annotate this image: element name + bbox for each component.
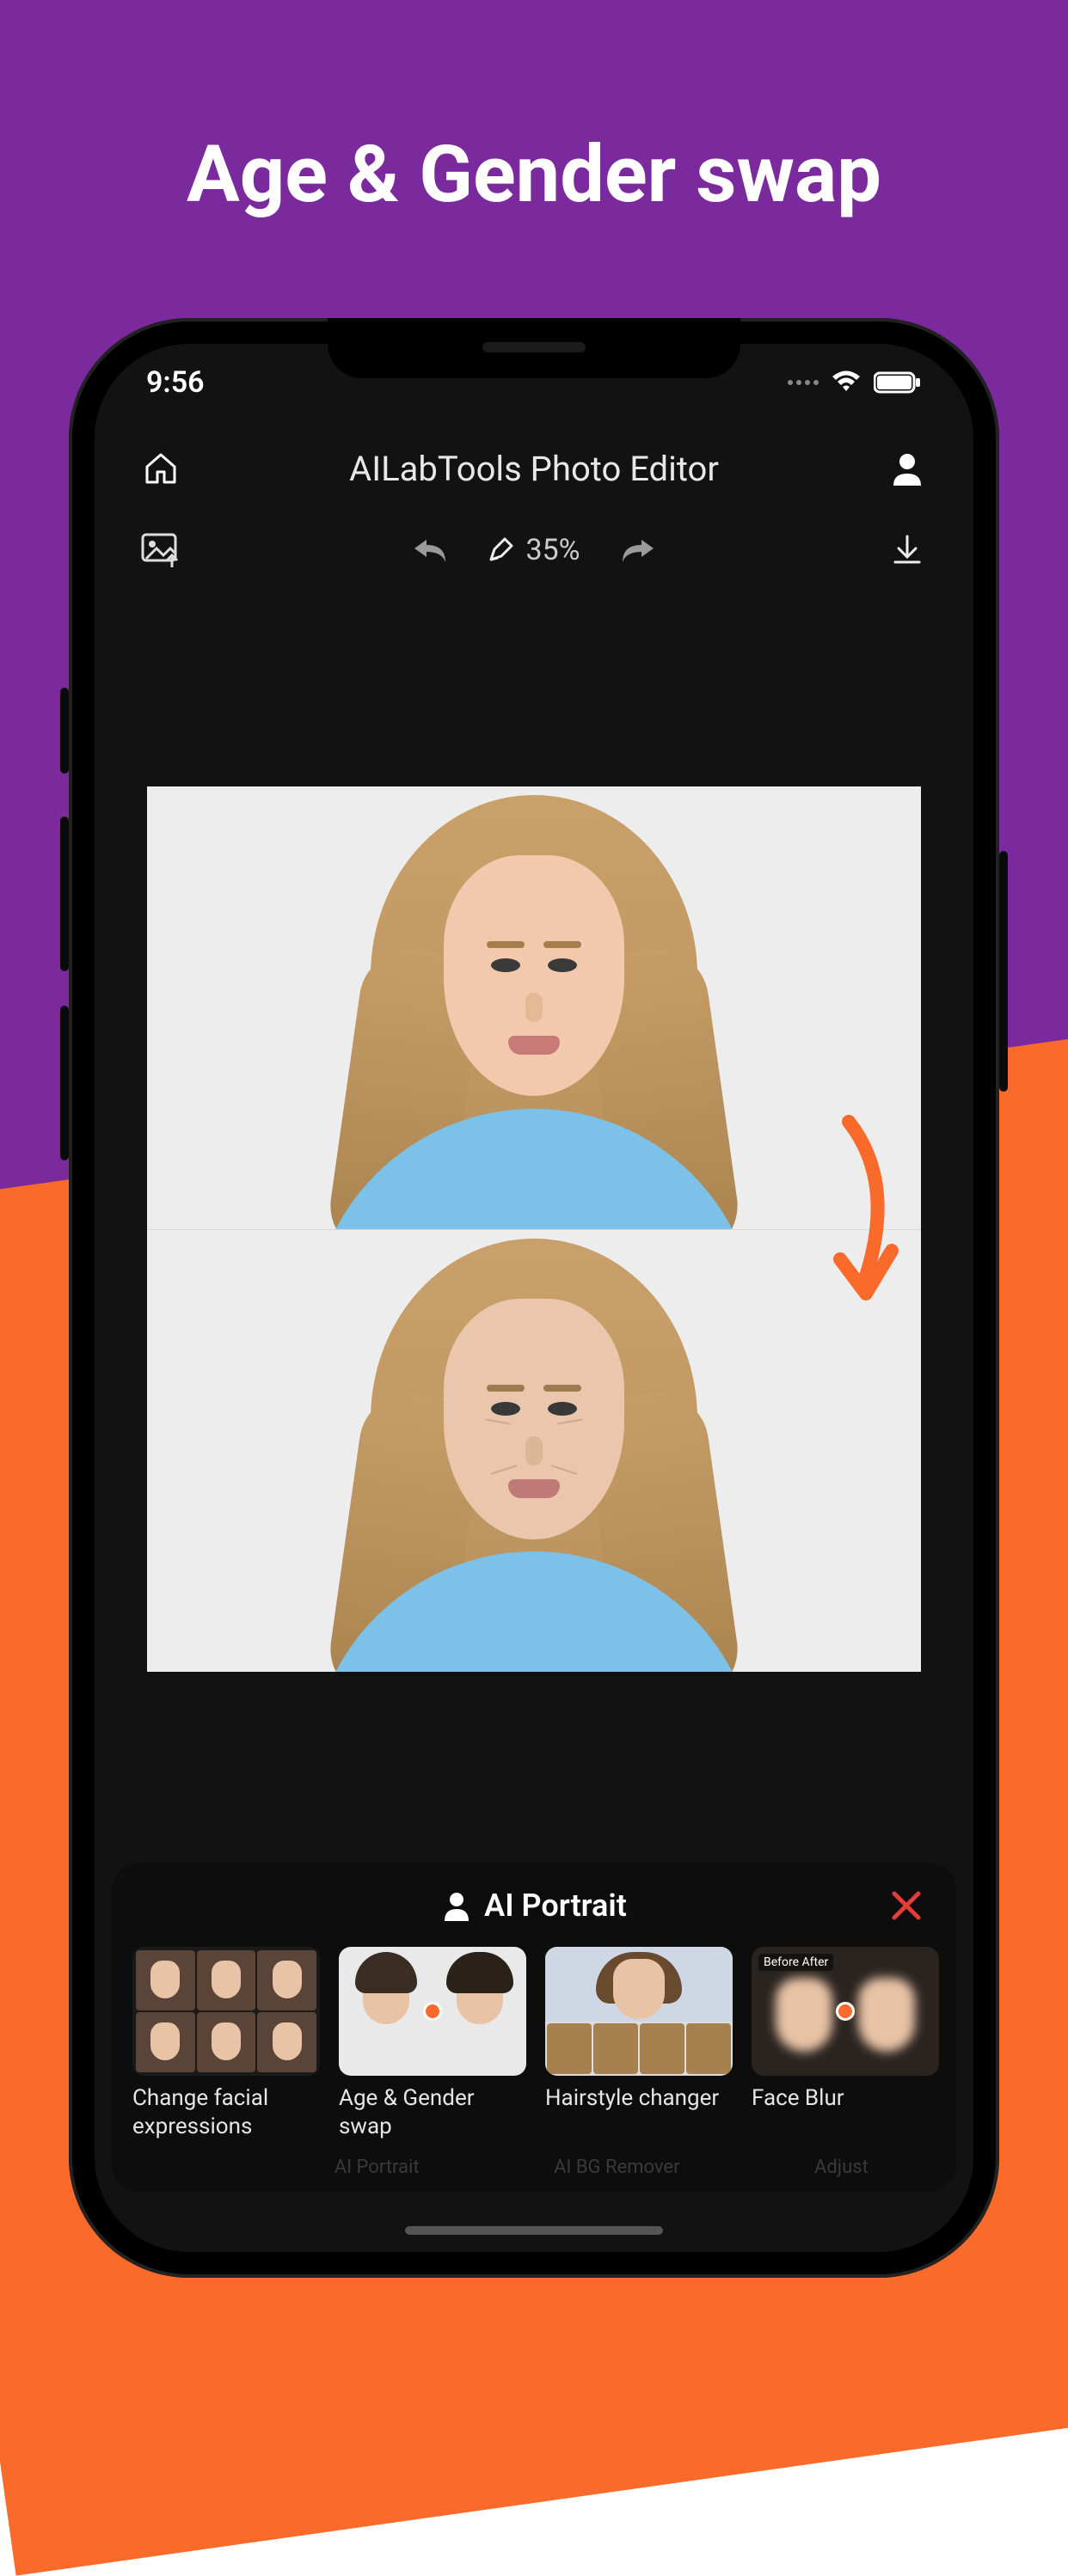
import-image-button[interactable] [138, 527, 184, 573]
person-icon [888, 450, 926, 487]
phone-side-button [60, 1006, 69, 1160]
option-label: Age & Gender swap [339, 2084, 526, 2140]
option-thumb [132, 1947, 320, 2076]
cellular-dots-icon [788, 380, 819, 385]
option-label: Hairstyle changer [545, 2084, 733, 2113]
editor-toolbar: 35% [95, 516, 973, 584]
download-icon [890, 533, 924, 567]
portrait-icon [441, 1890, 472, 1921]
option-hairstyle-changer[interactable]: Hairstyle changer [545, 1947, 733, 2140]
home-icon [142, 450, 180, 487]
bg-tab: Adjust [814, 2157, 869, 2178]
panel-title-text: AI Portrait [484, 1888, 627, 1924]
undo-button[interactable] [407, 527, 453, 573]
before-image [147, 786, 921, 1229]
zoom-indicator[interactable]: 35% [488, 533, 580, 567]
after-image [147, 1229, 921, 1672]
app-title: AILabTools Photo Editor [349, 449, 719, 489]
profile-button[interactable] [884, 445, 930, 492]
app-screen: 9:56 AILabTools Photo Editor [95, 344, 973, 2252]
pencil-icon [488, 537, 513, 563]
phone-side-button [60, 817, 69, 971]
phone-side-button [60, 688, 69, 774]
phone-frame: 9:56 AILabTools Photo Editor [69, 318, 999, 2278]
before-after-image [147, 786, 921, 1672]
phone-side-button [999, 851, 1008, 1092]
redo-icon [619, 535, 657, 566]
download-button[interactable] [884, 527, 930, 573]
status-time: 9:56 [146, 365, 205, 400]
option-label: Face Blur [752, 2084, 939, 2113]
image-upload-icon [141, 533, 181, 567]
bg-tab: AI BG Remover [554, 2157, 679, 2178]
panel-header: AI Portrait [132, 1880, 936, 1931]
option-label: Change facial expressions [132, 2084, 320, 2140]
option-thumb [545, 1947, 733, 2076]
home-button[interactable] [138, 445, 184, 492]
thumb-tag: Before After [758, 1954, 833, 1971]
redo-button[interactable] [615, 527, 661, 573]
close-panel-button[interactable] [886, 1885, 927, 1926]
option-thumb: Before After [752, 1947, 939, 2076]
option-face-blur[interactable]: Before After Face Blur [752, 1947, 939, 2140]
undo-icon [411, 535, 449, 566]
zoom-value: 35% [525, 533, 580, 567]
option-change-expressions[interactable]: Change facial expressions [132, 1947, 320, 2140]
battery-icon [874, 370, 922, 395]
close-icon [889, 1888, 924, 1923]
background-tab-row: AI Portrait AI BG Remover Adjust [132, 2157, 936, 2178]
options-row: Change facial expressions Age & Gender s… [132, 1947, 936, 2140]
status-indicators [788, 370, 922, 395]
option-age-gender-swap[interactable]: Age & Gender swap [339, 1947, 526, 2140]
bg-tab: AI Portrait [335, 2157, 420, 2178]
canvas-area[interactable] [95, 602, 973, 1857]
transform-arrow-icon [814, 1113, 900, 1311]
option-thumb [339, 1947, 526, 2076]
ai-portrait-panel: AI Portrait Change facial expressions [112, 1863, 956, 2192]
wifi-icon [831, 370, 862, 395]
promo-title: Age & Gender swap [0, 129, 1068, 221]
home-indicator[interactable] [405, 2226, 663, 2235]
app-header: AILabTools Photo Editor [95, 430, 973, 507]
phone-notch [328, 318, 740, 378]
